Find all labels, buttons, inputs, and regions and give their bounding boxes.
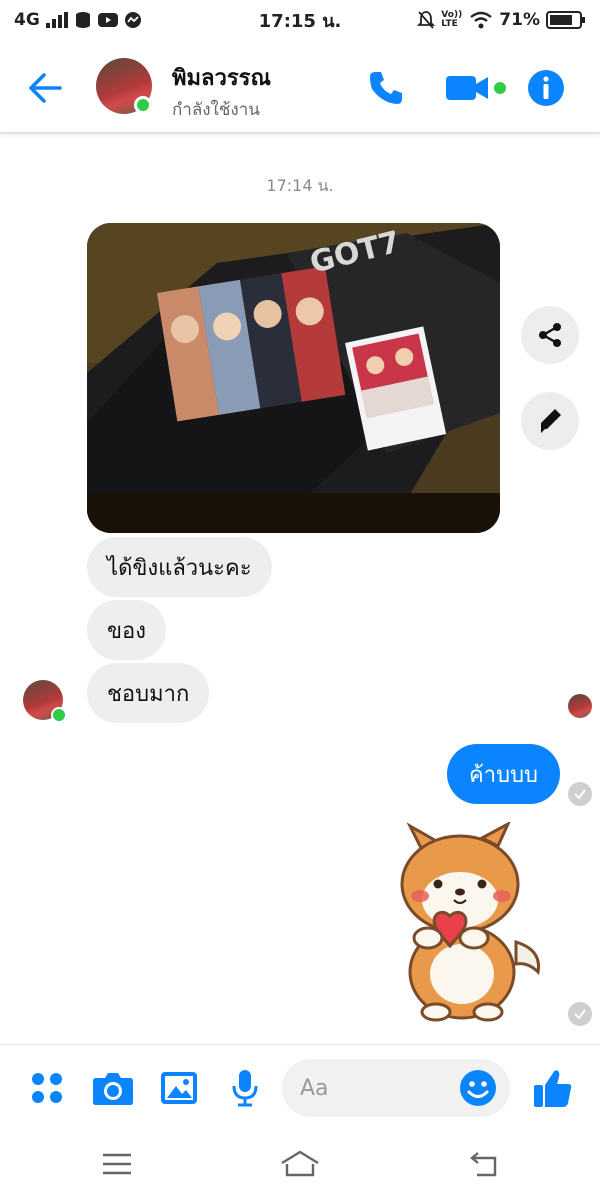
delivered-check-icon bbox=[568, 1002, 592, 1026]
youtube-icon bbox=[97, 12, 118, 28]
battery-icon bbox=[546, 11, 586, 29]
system-nav-bar bbox=[0, 1130, 600, 1200]
data-icon bbox=[74, 11, 92, 29]
contact-avatar[interactable] bbox=[96, 58, 152, 114]
incoming-message[interactable]: ชอบมาก bbox=[87, 663, 210, 723]
incoming-message[interactable]: ของ bbox=[87, 600, 166, 660]
share-icon bbox=[539, 323, 561, 347]
lte-indicator: Vo)) LTE bbox=[441, 10, 463, 29]
thumbs-up-icon bbox=[534, 1070, 572, 1107]
info-button[interactable] bbox=[524, 66, 568, 110]
photo-message[interactable]: GOT7 bbox=[87, 223, 500, 533]
video-call-button[interactable] bbox=[444, 66, 510, 110]
message-input[interactable] bbox=[300, 1059, 450, 1117]
more-actions-button[interactable] bbox=[24, 1065, 70, 1111]
microphone-icon bbox=[232, 1070, 258, 1107]
camera-icon bbox=[93, 1073, 133, 1105]
video-call-icon bbox=[446, 76, 506, 100]
contact-name[interactable]: พิมลวรรณ bbox=[172, 60, 271, 95]
menu-dots-icon bbox=[32, 1073, 62, 1103]
back-nav-button[interactable] bbox=[458, 1144, 508, 1184]
contact-status: กำลังใช้งาน bbox=[172, 100, 260, 120]
recent-apps-button[interactable] bbox=[92, 1144, 142, 1184]
battery-percent: 71% bbox=[499, 10, 540, 30]
message-timestamp: 17:14 น. bbox=[266, 176, 334, 195]
status-left: 4G bbox=[14, 10, 142, 30]
mute-bell-icon bbox=[417, 10, 436, 30]
status-right: Vo)) LTE 71% bbox=[417, 10, 586, 30]
home-button[interactable] bbox=[275, 1144, 325, 1184]
info-icon bbox=[528, 70, 564, 106]
online-indicator bbox=[134, 96, 152, 114]
shiba-heart-sticker[interactable] bbox=[380, 820, 550, 1022]
voice-message-button[interactable] bbox=[222, 1065, 268, 1111]
signal-icon bbox=[45, 12, 68, 28]
seen-avatar bbox=[568, 694, 592, 718]
messenger-icon bbox=[124, 11, 142, 29]
edit-button[interactable] bbox=[521, 392, 579, 450]
message-composer bbox=[0, 1044, 600, 1130]
voice-call-button[interactable] bbox=[364, 66, 408, 110]
gallery-icon bbox=[161, 1072, 197, 1104]
home-icon bbox=[281, 1150, 319, 1177]
message-input-box[interactable] bbox=[282, 1059, 510, 1117]
phone-icon bbox=[370, 72, 402, 104]
back-arrow-icon bbox=[29, 73, 62, 103]
camera-button[interactable] bbox=[90, 1065, 136, 1111]
chat-header: พิมลวรรณ กำลังใช้งาน bbox=[0, 40, 600, 134]
share-button[interactable] bbox=[521, 306, 579, 364]
outgoing-message[interactable]: ค้าบบบ bbox=[447, 744, 560, 804]
delivered-check-icon bbox=[568, 782, 592, 806]
back-icon bbox=[470, 1152, 497, 1177]
back-button[interactable] bbox=[26, 68, 66, 108]
sender-online-indicator bbox=[51, 707, 67, 723]
gallery-button[interactable] bbox=[156, 1065, 202, 1111]
recent-apps-icon bbox=[103, 1153, 131, 1175]
emoji-button[interactable] bbox=[458, 1068, 498, 1108]
edit-icon bbox=[541, 409, 561, 433]
incoming-message[interactable]: ได้ขิงแล้วนะคะ bbox=[87, 537, 272, 597]
like-button[interactable] bbox=[530, 1065, 576, 1111]
wifi-icon bbox=[469, 11, 493, 29]
emoji-icon bbox=[460, 1070, 496, 1106]
network-type: 4G bbox=[14, 10, 40, 30]
status-bar: 4G 17:15 น. Vo)) LTE 71% bbox=[0, 0, 600, 40]
